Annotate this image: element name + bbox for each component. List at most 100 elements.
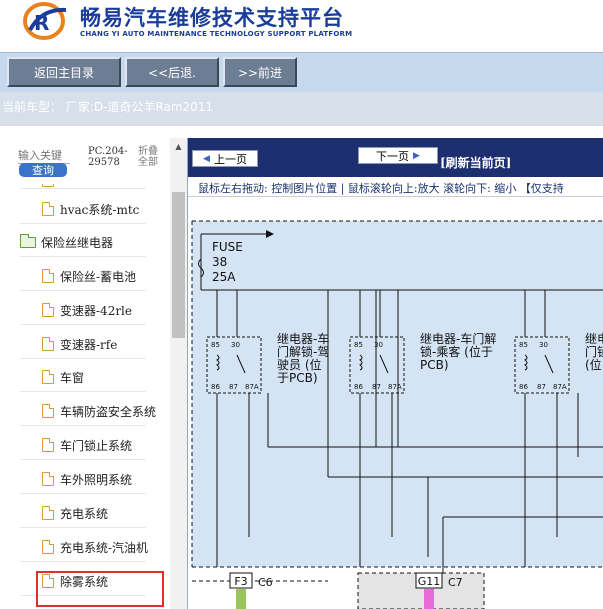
tree-divider — [20, 358, 146, 359]
relay-label: 于PCB) — [277, 371, 318, 385]
file-icon — [42, 404, 54, 418]
tree-item[interactable]: 变速器-rfe — [42, 334, 117, 354]
relay-label: 锁-乘客 (位于 — [420, 344, 493, 359]
header: R 畅易汽车维修技术支持平台 CHANG YI AUTO MAINTENANCE… — [0, 0, 603, 52]
file-icon — [42, 269, 54, 283]
tree-item-label: 变速器-42rle — [60, 303, 133, 318]
tree-item[interactable]: 车窗 — [42, 367, 84, 387]
pin-85: 85 — [354, 341, 363, 349]
selection-highlight — [36, 571, 164, 607]
pin-30: 30 — [374, 341, 383, 349]
toolbar: 返回主目录 <<后退. >>前进 — [0, 52, 603, 92]
file-icon — [42, 438, 54, 452]
file-icon — [42, 472, 54, 486]
wiring-diagram[interactable]: FUSE3825A 85 30 86 87 87A 继电器-车门解锁-驾驶员 (位于PCB)… — [188, 197, 603, 609]
next-page-button[interactable]: 下一页 ▶ — [358, 147, 438, 164]
tree-divider — [20, 493, 146, 494]
tree-item[interactable]: 充电系统-汽油机 — [42, 537, 148, 557]
tree-item[interactable]: 充电系统 — [42, 503, 108, 523]
tree-divider — [20, 527, 146, 528]
relay-label: 继电器-车 — [277, 331, 329, 346]
pin-87: 87 — [229, 383, 238, 391]
document-code: PC.204- 29578 — [88, 146, 128, 168]
search-button[interactable]: 查询 — [19, 163, 67, 177]
tree-item-label: 充电系统-汽油机 — [60, 540, 149, 555]
pin-85: 85 — [519, 341, 528, 349]
tree-item[interactable]: hvac系统-mtc — [42, 199, 139, 219]
back-button[interactable]: <<后退. — [125, 57, 219, 87]
relay-label: 继电器-车门解 — [420, 331, 496, 346]
tree-item-label: 充电系统 — [60, 506, 109, 521]
pin-87a: 87A — [245, 383, 259, 391]
left-panel: 查询 PC.204- 29578 折叠全部 hvac系统-mtc 保险丝继电器保险… — [0, 138, 187, 609]
relay-label: PCB) — [420, 358, 449, 372]
relay-label: 门解锁-驾 — [277, 344, 329, 359]
connector-pin: G11 — [418, 575, 441, 588]
tree-item[interactable]: 车辆防盗安全系统 — [42, 401, 156, 421]
connector-name: C7 — [448, 576, 463, 589]
relay-label: 驶员 (位 — [277, 357, 322, 372]
pin-87a: 87A — [553, 383, 567, 391]
tree-divider — [20, 290, 146, 291]
file-icon — [42, 337, 54, 351]
prev-page-label: 上一页 — [213, 152, 247, 166]
tree-divider — [20, 391, 146, 392]
logo-icon: R — [23, 2, 67, 40]
viewer-nav-bar: ◀ 上一页 下一页 ▶ [刷新当前页] — [188, 138, 603, 177]
tree-divider — [20, 459, 146, 460]
scroll-up-icon[interactable]: ▲ — [170, 138, 187, 154]
search-area: 查询 PC.204- 29578 折叠全部 — [0, 138, 187, 184]
fuse-amperage: 25A — [212, 270, 236, 284]
pin-87a: 87A — [388, 383, 402, 391]
tree-item-label: 车辆防盗安全系统 — [60, 404, 157, 419]
file-icon — [42, 540, 54, 554]
tree-divider — [20, 256, 146, 257]
wire-color-stub — [236, 589, 246, 609]
tree-item-partial[interactable] — [42, 184, 60, 190]
pin-85: 85 — [211, 341, 220, 349]
hint-text: 鼠标左右拖动: 控制图片位置 | 鼠标滚轮向上:放大 滚轮向下: 缩小 【仅支持 — [198, 182, 564, 195]
tree-item-label: 保险丝继电器 — [41, 235, 114, 250]
file-icon — [42, 370, 54, 384]
tree-divider — [20, 324, 146, 325]
folder-icon — [20, 233, 36, 248]
relay-label: (位 — [585, 357, 602, 372]
scroll-thumb[interactable] — [172, 192, 185, 338]
tree-item-label: 车外照明系统 — [60, 472, 133, 487]
pin-30: 30 — [231, 341, 240, 349]
file-icon — [42, 202, 54, 216]
forward-button[interactable]: >>前进 — [223, 57, 297, 87]
tree-item-label: 车窗 — [60, 370, 85, 385]
tree-item-selected[interactable]: 车门锁止系统 — [42, 435, 132, 455]
vehicle-info-bar: 当前车型： 厂家:D-道奇公羊Ram2011 — [0, 92, 603, 126]
collapse-all-link[interactable]: 折叠全部 — [138, 146, 164, 168]
tree-item[interactable]: 保险丝-蓄电池 — [42, 266, 136, 286]
file-icon — [42, 303, 54, 317]
hint-bar: 鼠标左右拖动: 控制图片位置 | 鼠标滚轮向上:放大 滚轮向下: 缩小 【仅支持 — [188, 177, 603, 197]
tree-divider — [20, 223, 146, 224]
tree-item-label: 保险丝-蓄电池 — [60, 269, 137, 284]
tree-item[interactable]: 变速器-42rle — [42, 300, 132, 320]
prev-page-button[interactable]: ◀ 上一页 — [192, 150, 258, 167]
tree-folder[interactable]: 保险丝继电器 — [20, 232, 113, 252]
next-page-label: 下一页 — [376, 149, 410, 163]
tree-item[interactable]: 车外照明系统 — [42, 469, 132, 489]
tree-item-label: 变速器-rfe — [60, 337, 118, 352]
tree-item-label: hvac系统-mtc — [60, 202, 140, 217]
fuse-number: 38 — [212, 255, 227, 269]
relay-label: 门锁 — [585, 344, 603, 359]
tree-scrollbar[interactable]: ▲ — [170, 138, 187, 609]
arrow-left-icon: ◀ — [203, 153, 210, 164]
svg-text:R: R — [34, 11, 49, 35]
pin-86: 86 — [211, 383, 220, 391]
pin-30: 30 — [539, 341, 548, 349]
file-icon — [42, 506, 54, 520]
tree-divider — [20, 425, 146, 426]
refresh-page-link[interactable]: [刷新当前页] — [440, 154, 511, 171]
pin-87: 87 — [537, 383, 546, 391]
current-vehicle-label: 当前车型： 厂家:D-道奇公羊Ram2011 — [2, 100, 214, 114]
connector-pin: F3 — [234, 575, 247, 588]
tree-divider — [20, 188, 146, 189]
file-icon — [42, 184, 54, 187]
home-button[interactable]: 返回主目录 — [7, 57, 121, 87]
